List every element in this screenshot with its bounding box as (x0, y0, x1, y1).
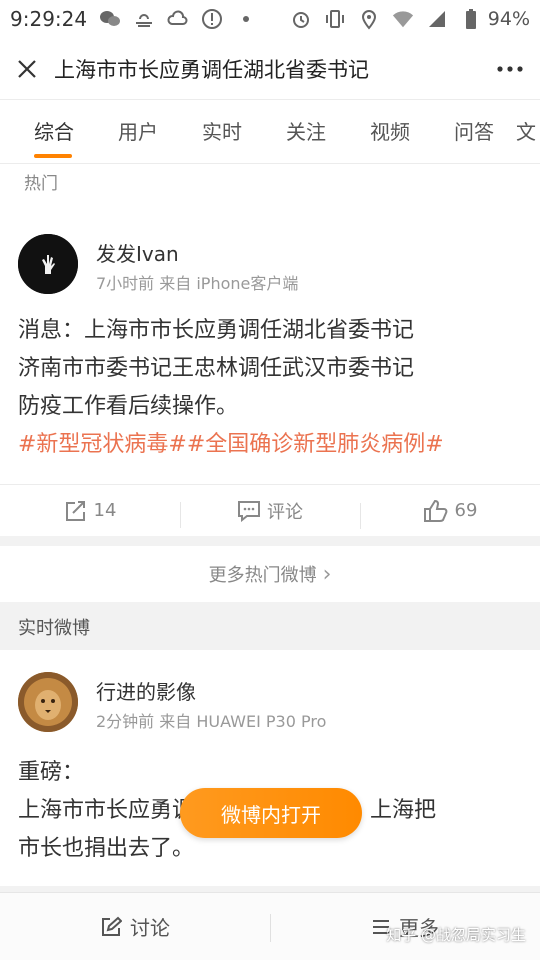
tab-comprehensive[interactable]: 综合 (12, 100, 96, 163)
wechat-icon (99, 8, 121, 30)
title-bar: 上海市市长应勇调任湖北省委书记 (0, 38, 540, 100)
hand-sign-icon (18, 234, 78, 294)
close-button[interactable] (0, 38, 54, 100)
repost-count: 14 (93, 500, 117, 521)
signal-icon (426, 8, 448, 30)
cloud-icon (167, 8, 189, 30)
watermark: 知乎 @战忽局实习生 (386, 926, 526, 944)
repost-icon (64, 500, 88, 522)
tab-qa[interactable]: 问答 (432, 100, 516, 163)
post-line: 消息：上海市市长应勇调任湖北省委书记 (18, 318, 415, 343)
thumbs-up-icon (423, 499, 449, 523)
realtime-section-label: 实时微博 (0, 608, 540, 650)
status-right-group: 94% (290, 8, 530, 30)
more-dots-icon (497, 65, 523, 72)
post-meta: 2分钟前 来自 HUAWEI P30 Pro (96, 712, 327, 731)
discuss-button[interactable]: 讨论 (0, 912, 270, 941)
tab-realtime[interactable]: 实时 (180, 100, 264, 163)
tab-article[interactable]: 文 (516, 100, 540, 163)
dot-icon (235, 8, 257, 30)
alarm-icon (290, 8, 312, 30)
weibo-post[interactable]: 行进的影像 2分钟前 来自 HUAWEI P30 Pro 重磅： 上海市市长应勇… (0, 650, 540, 886)
search-tabs: 综合 用户 实时 关注 视频 问答 文 (0, 100, 540, 164)
more-hot-label: 更多热门微博 (208, 565, 317, 586)
avatar[interactable] (18, 672, 78, 732)
battery-icon (460, 8, 482, 30)
wifi-icon (392, 8, 414, 30)
weibo-post[interactable]: 发发Ivan 7小时前 来自 iPhone客户端 消息：上海市市长应勇调任湖北省… (0, 204, 540, 536)
avatar[interactable] (18, 234, 78, 294)
comment-icon (237, 500, 261, 522)
like-button[interactable]: 69 (360, 499, 540, 529)
like-count: 69 (454, 500, 478, 521)
hot-section-label: 热门 (0, 164, 540, 204)
post-meta: 7小时前 来自 iPhone客户端 (96, 274, 299, 293)
post-content: 消息：上海市市长应勇调任湖北省委书记 济南市市委书记王忠林调任武汉市委书记 防疫… (18, 312, 526, 464)
alert-icon (201, 8, 223, 30)
chevron-right-icon: › (322, 561, 332, 587)
battery-percent: 94% (487, 8, 530, 30)
status-time: 9:29:24 (10, 7, 88, 31)
post-line: 济南市市委书记王忠林调任武汉市委书记 (18, 356, 415, 381)
post-actions: 14 评论 69 (0, 484, 540, 536)
post-username[interactable]: 行进的影像 (96, 676, 196, 705)
post-hashtags[interactable]: #新型冠状病毒##全国确诊新型肺炎病例# (18, 426, 526, 464)
close-icon (18, 59, 36, 78)
comment-label: 评论 (267, 501, 303, 523)
open-in-weibo-button[interactable]: 微博内打开 (180, 788, 362, 838)
more-menu-button[interactable] (480, 38, 540, 100)
repost-button[interactable]: 14 (0, 500, 180, 522)
tab-following[interactable]: 关注 (264, 100, 348, 163)
status-bar: 9:29:24 94% (0, 0, 540, 38)
more-hot-link[interactable]: 更多热门微博 › (0, 546, 540, 602)
page-title: 上海市市长应勇调任湖北省委书记 (54, 57, 369, 82)
post-line: 重磅： (18, 760, 85, 785)
weibo-search-screen: 9:29:24 94% 上海市市长应勇调任湖北省委书记 综合 用户 实时 关注 … (0, 0, 540, 960)
tab-video[interactable]: 视频 (348, 100, 432, 163)
discuss-label: 讨论 (130, 916, 170, 940)
vibrate-icon (324, 8, 346, 30)
comment-button[interactable]: 评论 (180, 498, 360, 528)
lion-avatar-icon (18, 672, 78, 732)
edit-icon (100, 916, 122, 938)
post-username[interactable]: 发发Ivan (96, 238, 179, 267)
location-icon (358, 8, 380, 30)
weather-icon (133, 8, 155, 30)
tab-users[interactable]: 用户 (96, 100, 180, 163)
post-line: 防疫工作看后续操作。 (18, 394, 239, 419)
